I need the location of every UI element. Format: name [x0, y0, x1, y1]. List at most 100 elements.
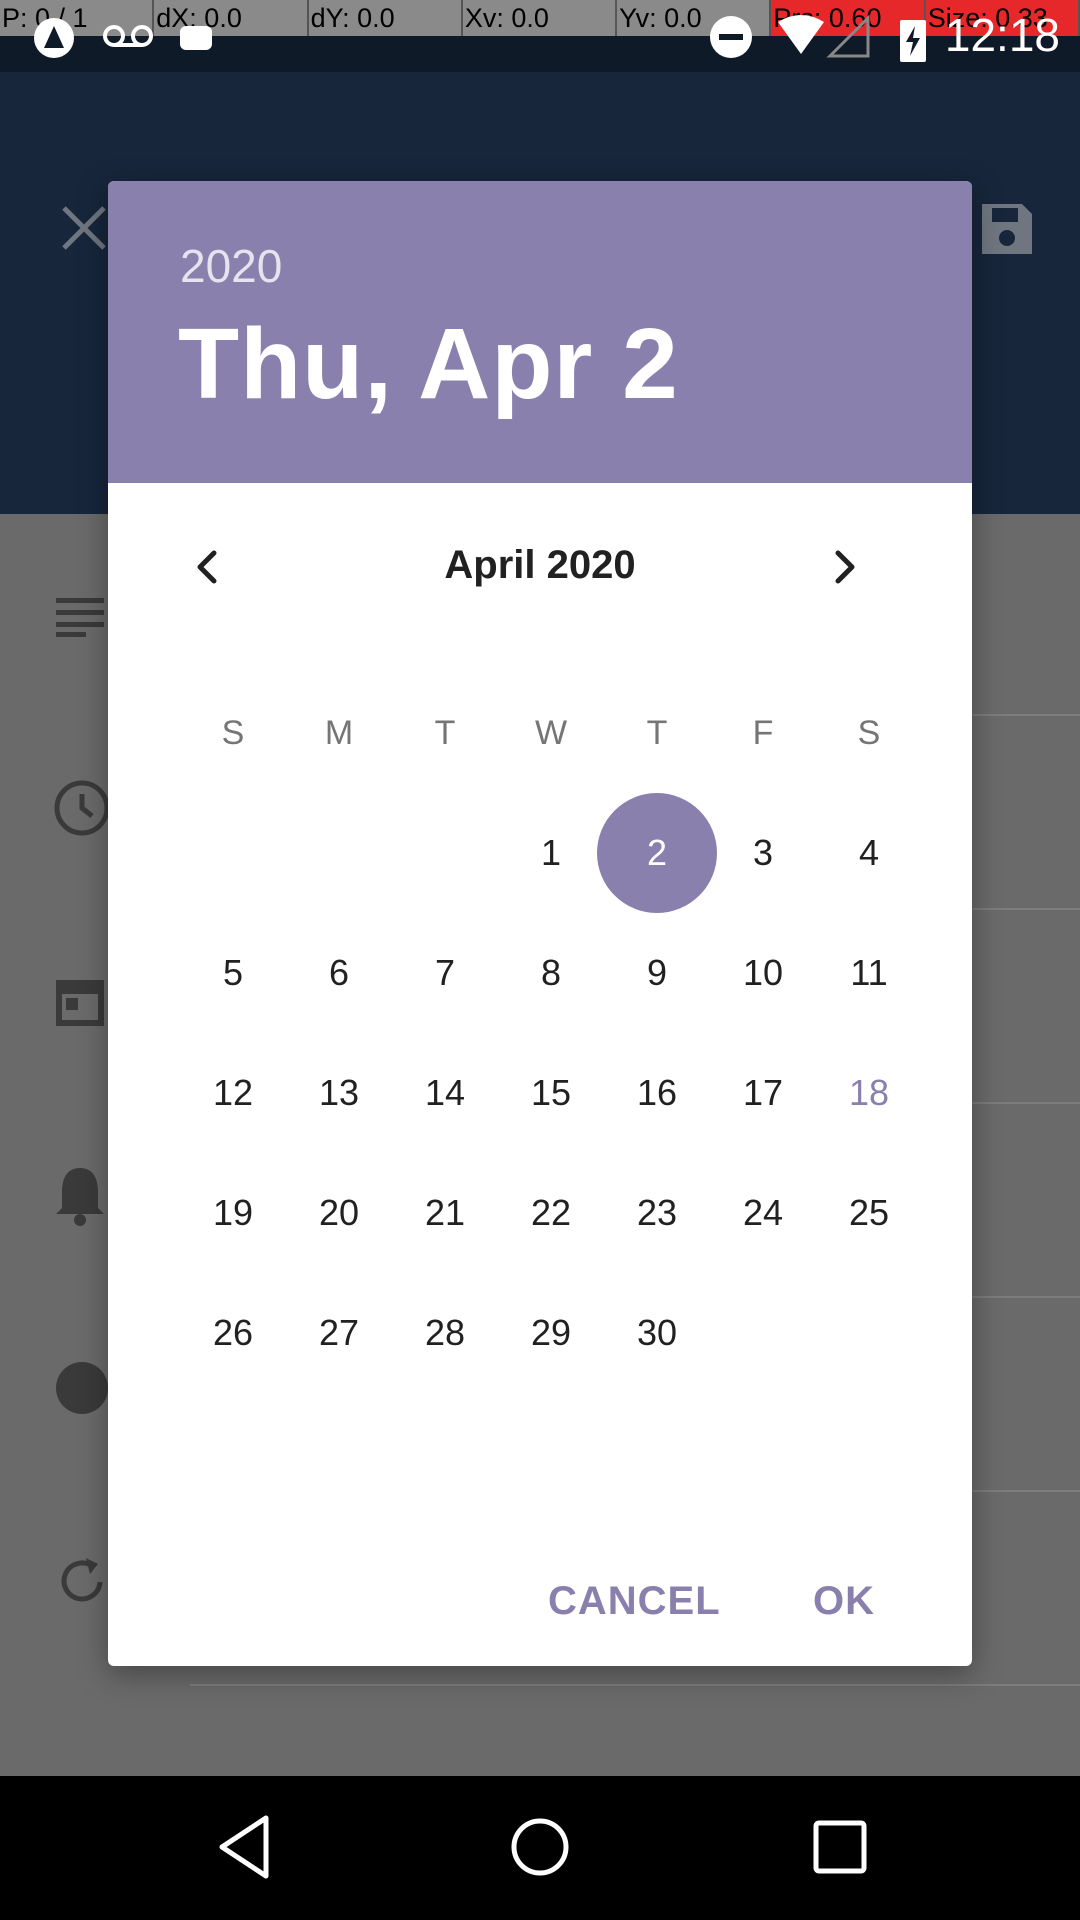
- calendar-day-number: 6: [328, 952, 350, 993]
- weekday-label: S: [221, 714, 245, 752]
- android-icon: [180, 26, 212, 50]
- repeat-icon: [61, 1558, 103, 1602]
- calendar-day-number: 3: [752, 832, 774, 873]
- calendar-day[interactable]: 5: [180, 913, 286, 1033]
- close-icon[interactable]: [58, 202, 110, 254]
- calendar-day-number: 26: [212, 1312, 254, 1353]
- calendar-day[interactable]: 18: [816, 1033, 922, 1153]
- calendar-day-number: 23: [636, 1192, 678, 1233]
- calendar-day-number: 8: [540, 952, 562, 993]
- dialog-actions: CANCEL OK: [108, 1561, 972, 1641]
- calendar-day-number: 16: [636, 1072, 678, 1113]
- year-selector[interactable]: 2020: [180, 239, 282, 293]
- calendar-day-number: 12: [212, 1072, 254, 1113]
- weekday-label: T: [434, 714, 456, 752]
- calendar-day[interactable]: 24: [710, 1153, 816, 1273]
- status-bar: P: 0 / 1 dX: 0.0 dY: 0.0 Xv: 0.0 Yv: 0.0…: [0, 0, 1080, 72]
- weekday-label: F: [752, 714, 774, 752]
- calendar-day[interactable]: 11: [816, 913, 922, 1033]
- calendar-day-number: 19: [212, 1192, 254, 1233]
- calendar-day[interactable]: 10: [710, 913, 816, 1033]
- calendar-day-number: 22: [530, 1192, 572, 1233]
- selected-date-label[interactable]: Thu, Apr 2: [178, 307, 679, 422]
- calendar-day[interactable]: 17: [710, 1033, 816, 1153]
- calendar-day-number: 7: [434, 952, 456, 993]
- calendar-week-row: 12 13 14 15 16 17 18: [180, 1033, 922, 1153]
- calendar-day-number: 5: [222, 952, 244, 993]
- calendar-day[interactable]: 6: [286, 913, 392, 1033]
- calendar-day[interactable]: 12: [180, 1033, 286, 1153]
- weekday-label: S: [857, 714, 881, 752]
- calendar-day-number: 11: [850, 952, 888, 993]
- calendar-empty-cell: [392, 793, 498, 913]
- calendar-day-number: 14: [424, 1072, 466, 1113]
- next-month-button[interactable]: [812, 535, 876, 599]
- date-picker-header: 2020 Thu, Apr 2: [108, 181, 972, 483]
- status-clock: 12:18: [944, 9, 1060, 61]
- save-icon[interactable]: [978, 200, 1036, 258]
- calendar-day-number: 27: [318, 1312, 360, 1353]
- ok-button[interactable]: OK: [813, 1561, 875, 1641]
- calendar-day-number: 9: [646, 952, 668, 993]
- calendar-day-number: 15: [530, 1072, 572, 1113]
- calendar-day-number: 1: [540, 832, 562, 873]
- calendar-day[interactable]: 26: [180, 1273, 286, 1393]
- calendar-day-number: 17: [742, 1072, 784, 1113]
- calendar-day[interactable]: 22: [498, 1153, 604, 1273]
- calendar-week-row: 5 6 7 8 9 10 11: [180, 913, 922, 1033]
- calendar-day[interactable]: 23: [604, 1153, 710, 1273]
- calendar-week-row: 1 2 3 4: [180, 793, 922, 913]
- divider: [190, 1684, 1080, 1686]
- calendar-day[interactable]: 14: [392, 1033, 498, 1153]
- calendar-day-number: 29: [530, 1312, 572, 1353]
- calendar-day[interactable]: 16: [604, 1033, 710, 1153]
- voicemail-icon: [103, 25, 153, 47]
- calendar-day[interactable]: 25: [816, 1153, 922, 1273]
- palette-icon: [56, 1362, 108, 1414]
- calendar-day[interactable]: 27: [286, 1273, 392, 1393]
- calendar-day-number: 18: [848, 1072, 890, 1113]
- weekday-label: T: [646, 714, 668, 752]
- chevron-right-icon: [835, 550, 855, 584]
- calendar-day[interactable]: 29: [498, 1273, 604, 1393]
- cancel-button[interactable]: CANCEL: [548, 1561, 721, 1641]
- system-navigation-bar: [0, 1776, 1080, 1920]
- calendar-day[interactable]: 28: [392, 1273, 498, 1393]
- clock-icon: [54, 780, 110, 836]
- calendar-day[interactable]: 21: [392, 1153, 498, 1273]
- calendar-day-number: 10: [742, 952, 784, 993]
- calendar-day-number: 28: [424, 1312, 466, 1353]
- calendar-day-number: 13: [318, 1072, 360, 1113]
- date-picker-dialog: 2020 Thu, Apr 2 April 2020 S M T W T F S…: [108, 181, 972, 1666]
- calendar-day[interactable]: 2: [597, 793, 717, 913]
- calendar-day-number: 4: [858, 832, 880, 873]
- calendar-day[interactable]: 7: [392, 913, 498, 1033]
- calendar-empty-cell: [180, 793, 286, 913]
- calendar-empty-cell: [816, 1273, 922, 1393]
- app-notification-icon: [34, 18, 74, 58]
- wifi-icon: [778, 15, 824, 54]
- home-icon[interactable]: [508, 1812, 572, 1882]
- calendar-day[interactable]: 1: [498, 793, 604, 913]
- weekday-label: W: [534, 714, 568, 752]
- calendar-day-number: 30: [636, 1312, 678, 1353]
- recents-icon[interactable]: [812, 1812, 868, 1882]
- battery-charging-icon: [900, 20, 926, 62]
- back-icon[interactable]: [214, 1812, 274, 1882]
- calendar-day-number: 20: [318, 1192, 360, 1233]
- cell-signal-icon: [826, 14, 870, 58]
- calendar-day[interactable]: 20: [286, 1153, 392, 1273]
- calendar-empty-cell: [286, 793, 392, 913]
- month-navigation: April 2020: [108, 525, 972, 605]
- calendar-day[interactable]: 4: [816, 793, 922, 913]
- calendar-day[interactable]: 15: [498, 1033, 604, 1153]
- calendar-day[interactable]: 3: [710, 793, 816, 913]
- calendar-day-number: 25: [848, 1192, 890, 1233]
- calendar-week-row: 26 27 28 29 30: [180, 1273, 922, 1393]
- calendar-day[interactable]: 8: [498, 913, 604, 1033]
- calendar-day[interactable]: 30: [604, 1273, 710, 1393]
- bell-icon: [56, 1168, 104, 1226]
- calendar-day[interactable]: 13: [286, 1033, 392, 1153]
- calendar-day[interactable]: 19: [180, 1153, 286, 1273]
- calendar-day[interactable]: 9: [604, 913, 710, 1033]
